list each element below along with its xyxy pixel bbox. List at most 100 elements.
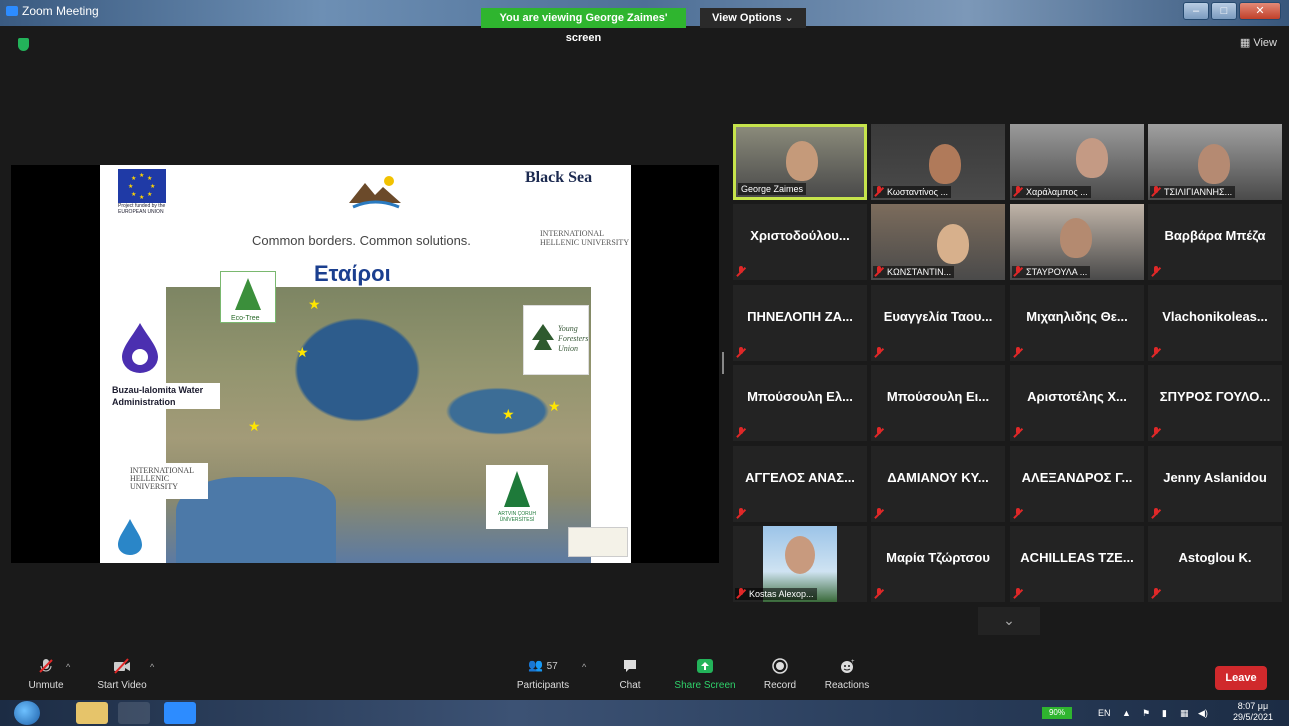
- leave-button[interactable]: Leave: [1215, 666, 1267, 690]
- gallery-next-page-button[interactable]: ⌄: [978, 607, 1040, 635]
- participant-tile[interactable]: ΔΑΜΙΑΝΟΥ ΚΥ...: [871, 446, 1005, 522]
- mic-muted-icon: [1151, 588, 1161, 599]
- participants-chevron-icon[interactable]: ^: [582, 662, 586, 672]
- participant-tile[interactable]: Μπούσουλη Ει...: [871, 365, 1005, 441]
- svg-text:★: ★: [150, 183, 155, 190]
- mic-muted-icon: [1013, 347, 1023, 358]
- record-button[interactable]: Record: [760, 658, 800, 691]
- view-options-button[interactable]: View Options ⌄: [700, 8, 806, 28]
- file-explorer-taskbar-icon[interactable]: [76, 702, 108, 724]
- reactions-smiley-icon: +: [841, 659, 855, 673]
- participant-tile[interactable]: ΑΓΓΕΛΟΣ ΑΝΑΣ...: [733, 446, 867, 522]
- participant-tile[interactable]: Vlachonikoleas...: [1148, 285, 1282, 361]
- eco-tree-label: Eco-Tree: [231, 315, 260, 322]
- mic-muted-icon: [1013, 186, 1023, 197]
- close-button[interactable]: ✕: [1239, 2, 1281, 20]
- participant-name: Χριστοδούλου...: [750, 228, 850, 243]
- minimize-button[interactable]: –: [1183, 2, 1209, 20]
- network-icon[interactable]: ▦: [1180, 708, 1189, 719]
- participant-name: Μπούσουλη Ελ...: [747, 389, 853, 404]
- record-icon: [772, 658, 788, 674]
- unmute-button[interactable]: Unmute: [24, 658, 68, 691]
- mic-muted-icon: [874, 508, 884, 519]
- partner-star-icon: ★: [502, 406, 515, 422]
- power-icon[interactable]: ▮: [1162, 708, 1167, 719]
- mic-muted-icon: [1151, 347, 1161, 358]
- windows-start-button[interactable]: [14, 701, 40, 725]
- participant-tile[interactable]: Μιχαηλιδης Θε...: [1010, 285, 1144, 361]
- windows-taskbar: 90% EN ▲ ⚑ ▮ ▦ ◀) 8:07 μμ 29/5/2021: [0, 700, 1289, 726]
- mic-muted-icon: [1013, 266, 1023, 277]
- eco-tree-logo: Eco-Tree: [220, 271, 276, 323]
- partner-star-icon: ★: [548, 398, 561, 414]
- participant-tile[interactable]: Χαράλαμπος ...: [1010, 124, 1144, 200]
- mic-muted-icon: [874, 427, 884, 438]
- zoom-taskbar-icon[interactable]: [164, 702, 196, 724]
- split-resize-handle[interactable]: [722, 352, 724, 374]
- participant-tile[interactable]: Αριστοτέλης Χ...: [1010, 365, 1144, 441]
- participant-tile[interactable]: Jenny Aslanidou: [1148, 446, 1282, 522]
- participant-tile[interactable]: Ευαγγελία Ταου...: [871, 285, 1005, 361]
- share-screen-button[interactable]: Share Screen: [672, 658, 738, 691]
- chat-button[interactable]: Chat: [612, 658, 648, 691]
- young-foresters-label: Young Foresters Union: [558, 324, 589, 353]
- reactions-button[interactable]: + Reactions: [822, 658, 872, 691]
- svg-text:+: +: [851, 659, 855, 665]
- slide-tagline: Common borders. Common solutions.: [252, 233, 471, 248]
- partner-logo: [108, 513, 152, 559]
- mic-muted-icon: [1013, 427, 1023, 438]
- participant-tile[interactable]: Χριστοδούλου...: [733, 204, 867, 280]
- buzau-label: Buzau-Ialomita Water Administration: [110, 383, 220, 409]
- participant-tile[interactable]: Βαρβάρα Μπέζα: [1148, 204, 1282, 280]
- audio-options-chevron-icon[interactable]: ^: [66, 662, 70, 672]
- window-controls: – □ ✕: [1183, 2, 1281, 20]
- chevron-down-icon: ⌄: [1003, 612, 1015, 628]
- show-hidden-icons-chevron-icon[interactable]: ▲: [1122, 708, 1131, 718]
- mic-muted-icon: [736, 347, 746, 358]
- participant-tile[interactable]: ΠΗΝΕΛΟΠΗ ΖΑ...: [733, 285, 867, 361]
- participant-tile[interactable]: George Zaimes: [733, 124, 867, 200]
- artvin-label: ARTVIN ÇORUH ÜNİVERSİTESİ: [498, 511, 536, 523]
- maximize-button[interactable]: □: [1211, 2, 1237, 20]
- flag-icon[interactable]: ⚑: [1142, 708, 1150, 719]
- participants-icon-row: 👥 57: [512, 658, 574, 674]
- participant-name: Μπούσουλη Ει...: [886, 389, 990, 404]
- participant-name-tag: Κωσταντίνος ...: [873, 186, 952, 198]
- participant-name: ΠΗΝΕΛΟΠΗ ΖΑ...: [747, 309, 853, 324]
- participant-tile[interactable]: Μπούσουλη Ελ...: [733, 365, 867, 441]
- participant-tile[interactable]: Kostas Alexop...: [733, 526, 867, 602]
- video-options-chevron-icon[interactable]: ^: [150, 662, 154, 672]
- participant-tile[interactable]: ΣΤΑΥΡΟΥΛΑ ...: [1010, 204, 1144, 280]
- start-video-button[interactable]: Start Video: [94, 658, 150, 691]
- mic-muted-icon: [736, 427, 746, 438]
- young-foresters-logo: Young Foresters Union: [523, 305, 589, 375]
- video-off-icon: [114, 658, 130, 674]
- eu-caption: Project funded by the EUROPEAN UNION: [118, 203, 166, 215]
- svg-text:★: ★: [131, 191, 136, 198]
- participant-tile[interactable]: ΣΠΥΡΟΣ ΓΟΥΛΟ...: [1148, 365, 1282, 441]
- participant-tile[interactable]: ACHILLEAS TZE...: [1010, 526, 1144, 602]
- participant-tile[interactable]: Κωσταντίνος ...: [871, 124, 1005, 200]
- language-indicator[interactable]: EN: [1098, 708, 1111, 718]
- battery-indicator[interactable]: 90%: [1042, 707, 1072, 719]
- presentation-slide: ★ ★ ★ ★ ★ ★ ★ ★ Project funded by the EUROPEAN …: [100, 165, 631, 563]
- view-button[interactable]: ▦ View: [1240, 36, 1277, 49]
- participant-tile[interactable]: ΑΛΕΞΑΝΔΡΟΣ Γ...: [1010, 446, 1144, 522]
- participant-tile[interactable]: ΤΣΙΛΙΓΙΑΝΝΗΣ...: [1148, 124, 1282, 200]
- participants-label: Participants: [516, 680, 570, 691]
- participant-tile[interactable]: Μαρία Τζώρτσου: [871, 526, 1005, 602]
- participant-name: Astoglou K.: [1178, 550, 1252, 565]
- participant-name: Αριστοτέλης Χ...: [1027, 389, 1127, 404]
- participant-tile[interactable]: Astoglou K.: [1148, 526, 1282, 602]
- mic-muted-icon: [736, 266, 746, 277]
- participants-button[interactable]: 👥 57 Participants: [512, 658, 574, 691]
- window-title: Zoom Meeting: [22, 4, 99, 18]
- paint-taskbar-icon[interactable]: [118, 702, 150, 724]
- eu-flag-logo: ★ ★ ★ ★ ★ ★ ★ ★: [118, 169, 166, 203]
- system-clock[interactable]: 8:07 μμ 29/5/2021: [1233, 701, 1273, 723]
- participant-tile[interactable]: ΚΩΝΣΤΑΝΤΙΝ...: [871, 204, 1005, 280]
- encryption-shield-icon[interactable]: [18, 38, 29, 51]
- mic-muted-icon: [1013, 588, 1023, 599]
- volume-icon[interactable]: ◀): [1198, 708, 1208, 719]
- svg-text:★: ★: [147, 175, 152, 182]
